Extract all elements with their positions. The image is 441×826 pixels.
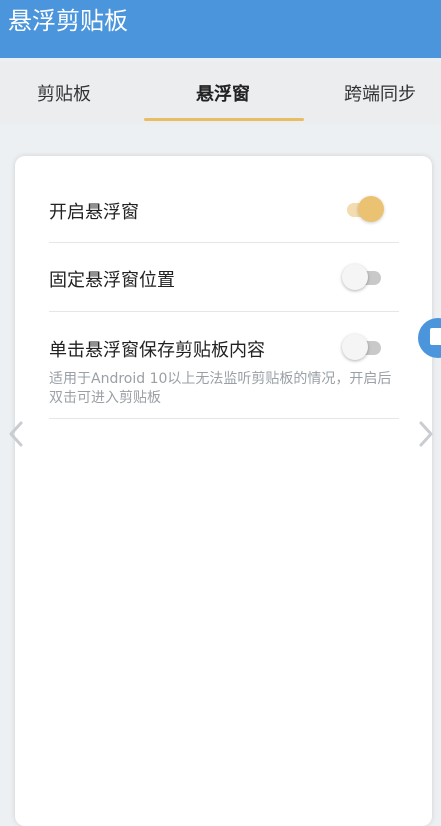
click-save-toggle[interactable] — [342, 334, 382, 362]
divider — [49, 418, 399, 419]
toggle-thumb — [342, 334, 368, 360]
chevron-right-svg — [419, 421, 433, 447]
clipboard-icon — [430, 328, 441, 345]
divider — [49, 311, 399, 312]
tab-clipboard[interactable]: 剪贴板 — [37, 80, 91, 106]
tab-floating-window[interactable]: 悬浮窗 — [196, 80, 250, 106]
fixed-position-toggle[interactable] — [342, 264, 382, 292]
chevron-left-icon[interactable] — [8, 420, 24, 452]
setting-enable-floating-label: 开启悬浮窗 — [49, 202, 139, 223]
setting-fixed-position-label: 固定悬浮窗位置 — [49, 270, 175, 291]
setting-click-save-label: 单击悬浮窗保存剪贴板内容 — [49, 340, 265, 361]
settings-card: 开启悬浮窗 固定悬浮窗位置 单击悬浮窗保存剪贴板内容 适用于Android 10… — [15, 156, 432, 826]
setting-click-save-description: 适用于Android 10以上无法监听剪贴板的情况，开启后双击可进入剪贴板 — [49, 371, 392, 406]
tab-cross-device-sync[interactable]: 跨端同步 — [344, 80, 416, 106]
enable-floating-toggle[interactable] — [342, 196, 384, 224]
tab-indicator — [144, 118, 304, 121]
tab-bar: 剪贴板 悬浮窗 跨端同步 — [0, 62, 441, 124]
chevron-left-svg — [9, 421, 23, 447]
app-title: 悬浮剪贴板 — [8, 7, 128, 35]
toggle-thumb — [342, 264, 368, 290]
app-bar: 悬浮剪贴板 — [0, 0, 441, 58]
divider — [49, 242, 399, 243]
chevron-right-icon[interactable] — [418, 420, 434, 452]
toggle-thumb — [358, 196, 384, 222]
